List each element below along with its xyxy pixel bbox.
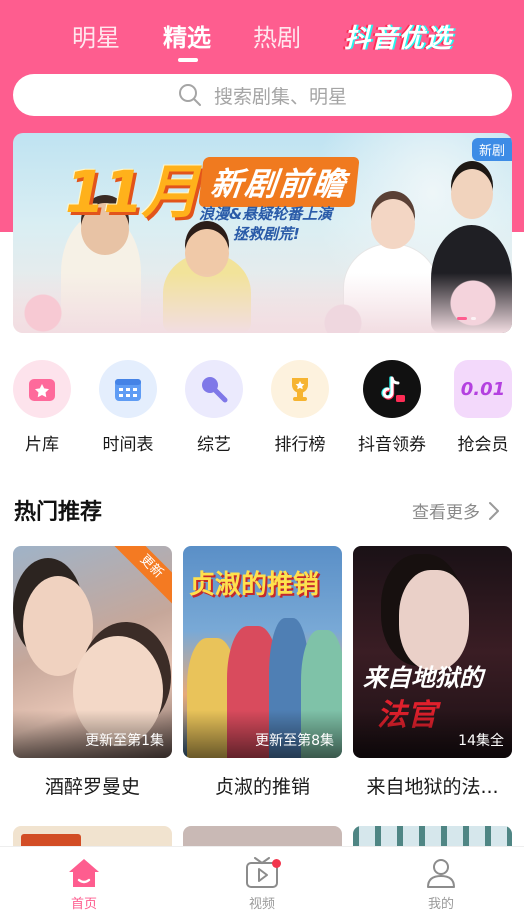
drama-card-2[interactable]: 贞淑的推销 更新至第8集 贞淑的推销 bbox=[183, 546, 342, 798]
nav-video[interactable]: 视频 bbox=[217, 857, 307, 912]
user-icon bbox=[427, 859, 455, 888]
banner-month: 11月 bbox=[65, 158, 200, 226]
drama-poster-1: 更新 更新至第1集 bbox=[13, 546, 172, 758]
quick-variety[interactable]: 综艺 bbox=[177, 360, 251, 460]
tab-hot-dramas[interactable]: 热剧 bbox=[253, 18, 301, 53]
quick-schedule[interactable]: 时间表 bbox=[91, 360, 165, 460]
episode-label: 14集全 bbox=[458, 733, 504, 749]
banner-person-2-head bbox=[185, 229, 229, 277]
poster-2-title: 贞淑的推销 bbox=[189, 570, 320, 600]
banner-subtitle-1: 浪漫&悬疑轮番上演 bbox=[199, 205, 333, 223]
hot-section-title: 热门推荐 bbox=[14, 500, 103, 525]
folder-star-icon bbox=[13, 360, 71, 418]
banner-dot-active bbox=[457, 317, 467, 320]
banner-title: 新剧前瞻 bbox=[198, 157, 360, 207]
poster-3-figure bbox=[399, 570, 469, 670]
quick-library-label: 片库 bbox=[25, 435, 59, 455]
top-tabs: 明星 精选 热剧 抖音优选 bbox=[0, 14, 524, 62]
active-tab-indicator bbox=[178, 58, 198, 62]
microphone-icon bbox=[185, 360, 243, 418]
quick-library[interactable]: 片库 bbox=[5, 360, 79, 460]
drama-poster-2: 贞淑的推销 更新至第8集 bbox=[183, 546, 342, 758]
drama-poster-3: 来自地狱的 法官 14集全 bbox=[353, 546, 512, 758]
quick-douyin-coupon[interactable]: 抖音领券 bbox=[355, 360, 429, 460]
douyin-coupon-icon bbox=[363, 360, 421, 418]
nav-video-label: 视频 bbox=[248, 897, 275, 912]
banner-dot bbox=[471, 317, 476, 320]
drama-title: 酒醉罗曼史 bbox=[44, 776, 140, 798]
notification-dot bbox=[272, 859, 281, 868]
update-ribbon: 更新 bbox=[112, 546, 172, 606]
nav-mine[interactable]: 我的 bbox=[396, 857, 486, 912]
banner-badge: 新剧 bbox=[471, 138, 512, 161]
tab-stars[interactable]: 明星 bbox=[72, 18, 120, 53]
banner-subtitle-2: 拯救剧荒! bbox=[233, 225, 300, 243]
banner-flowers bbox=[13, 273, 512, 333]
promo-banner[interactable]: 11月 新剧前瞻 浪漫&悬疑轮番上演 拯救剧荒! 新剧 bbox=[13, 133, 512, 333]
trophy-icon bbox=[271, 360, 329, 418]
quick-variety-label: 综艺 bbox=[197, 435, 231, 455]
banner-person-3-head bbox=[371, 199, 415, 249]
nav-home[interactable]: 首页 bbox=[39, 857, 129, 912]
quick-schedule-label: 时间表 bbox=[102, 435, 154, 455]
see-more-link[interactable]: 查看更多 bbox=[412, 498, 500, 523]
tab-featured[interactable]: 精选 bbox=[163, 18, 211, 53]
episode-label: 更新至第8集 bbox=[255, 733, 334, 749]
nav-mine-label: 我的 bbox=[427, 897, 454, 912]
quick-ranking-label: 排行榜 bbox=[274, 435, 326, 455]
drama-card-1[interactable]: 更新 更新至第1集 酒醉罗曼史 bbox=[13, 546, 172, 798]
search-placeholder: 搜索剧集、明星 bbox=[213, 85, 347, 108]
search-icon bbox=[178, 84, 201, 106]
poster-3-title-1: 来自地狱的 bbox=[363, 664, 483, 692]
tab-douyin-youxuan[interactable]: 抖音优选 bbox=[344, 18, 452, 55]
vip-coin-icon: 0.01 bbox=[454, 360, 512, 418]
quick-ranking[interactable]: 排行榜 bbox=[263, 360, 337, 460]
drama-card-3[interactable]: 来自地狱的 法官 14集全 来自地狱的法... bbox=[353, 546, 512, 798]
quick-vip[interactable]: 0.01 抢会员 bbox=[446, 360, 520, 460]
search-input[interactable]: 搜索剧集、明星 bbox=[13, 74, 512, 116]
home-icon bbox=[69, 859, 99, 887]
see-more-label: 查看更多 bbox=[412, 503, 480, 523]
quick-vip-label: 抢会员 bbox=[457, 435, 509, 455]
vip-coin-text: 0.01 bbox=[460, 378, 506, 400]
drama-title: 来自地狱的法... bbox=[366, 776, 499, 798]
nav-home-label: 首页 bbox=[70, 897, 97, 912]
quick-douyin-coupon-label: 抖音领券 bbox=[358, 435, 426, 455]
banner-person-4-head bbox=[451, 169, 493, 219]
episode-label: 更新至第1集 bbox=[85, 733, 164, 749]
banner-pagination bbox=[457, 317, 476, 320]
bottom-nav: 首页 视频 我的 bbox=[0, 846, 524, 915]
drama-title: 贞淑的推销 bbox=[214, 776, 310, 798]
chevron-right-icon bbox=[489, 501, 499, 520]
calendar-icon bbox=[99, 360, 157, 418]
